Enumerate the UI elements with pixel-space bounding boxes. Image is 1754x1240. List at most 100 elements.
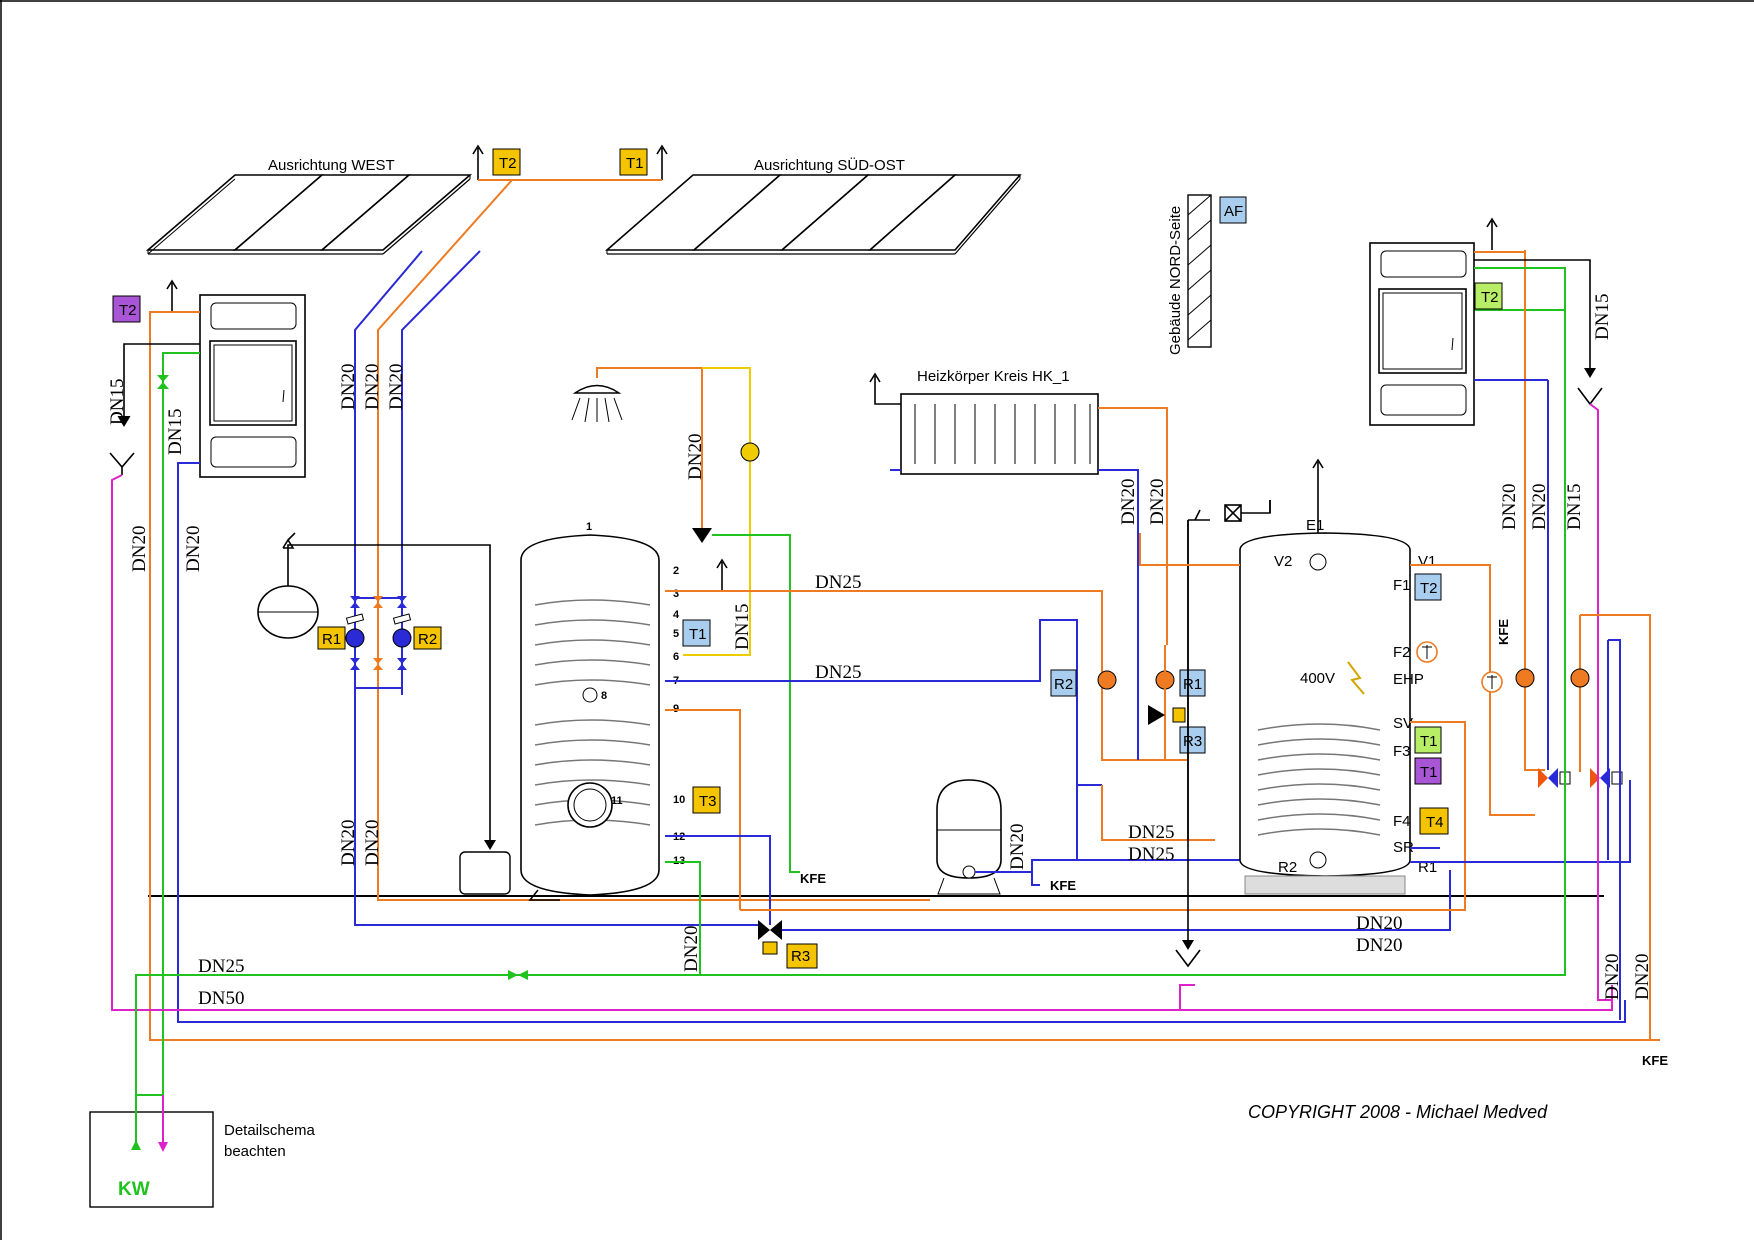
buffer-port-e1: E1 (1306, 517, 1324, 534)
radiator-title: Heizkörper Kreis HK_1 (917, 368, 1070, 385)
boiler-left-chimney (166, 279, 178, 312)
expansion-vessel-left (257, 585, 319, 639)
buffer-port-ehp: EHP (1393, 671, 1424, 688)
dn-label-right-1: DN20 (1499, 484, 1520, 530)
mixing-valve-r3 (758, 920, 770, 940)
tag-t2-collector-text: T2 (499, 155, 517, 172)
dn-label-dn25-main: DN25 (198, 956, 244, 977)
dn-label-solar-1: DN20 (338, 364, 359, 410)
tag-t1-buffer-green-text: T1 (1420, 733, 1438, 750)
tag-r1-left-text: R1 (322, 631, 341, 648)
kw-detail-box (89, 1111, 214, 1208)
dn-label-left-dn15a: DN15 (107, 379, 128, 425)
thermometer-f2 (1416, 641, 1438, 663)
expansion-vessel-kfe-pipe (1031, 872, 1040, 886)
dn-label-r3-1: DN20 (1356, 913, 1402, 934)
tag-r2-mid-text: R2 (1054, 676, 1073, 693)
tank-port-5: 5 (673, 628, 679, 640)
collector-array-west (145, 174, 473, 255)
tank-port-6: 6 (673, 651, 679, 663)
tag-t2-buffer-text: T2 (1420, 580, 1438, 597)
dn-label-expansion: DN20 (1007, 824, 1028, 870)
expansion-vessel-middle (936, 779, 1002, 895)
pump-group-right (1515, 250, 1623, 860)
dn-label-radiator-1: DN20 (1118, 479, 1139, 525)
voltage-label: 400V (1300, 670, 1335, 687)
kfe-label-far-right: KFE (1642, 1053, 1668, 1068)
buffer-v2-pipe (1139, 533, 1240, 566)
buffer-storage-tank (1239, 532, 1411, 895)
tag-t4-buffer-text: T4 (1426, 814, 1444, 831)
tank-port-2: 2 (673, 565, 679, 577)
dn-label-dn25-upper: DN25 (815, 572, 861, 593)
kw-label: KW (118, 1179, 150, 1200)
safety-pipe-left (287, 544, 491, 848)
tag-t1-buffer-purple-text: T1 (1420, 764, 1438, 781)
arrow-down-right-boiler (1584, 368, 1596, 378)
tank-vent-arrow (716, 558, 728, 591)
buffer-port-v2: V2 (1274, 553, 1292, 570)
valve-green-left-a (157, 375, 169, 382)
tag-r3-bottom-text: R3 (791, 948, 810, 965)
tank-port-8: 8 (601, 690, 607, 702)
heating-system-schematic: Ausrichtung WEST Ausrichtung SÜD-OST T2 … (0, 0, 1754, 1240)
building-north-label: Gebäude NORD-Seite (1167, 206, 1184, 355)
collector-west-title: Ausrichtung WEST (268, 157, 395, 174)
dn-label-dn50-main: DN50 (198, 988, 244, 1009)
drain-line-middle (1179, 984, 1195, 1010)
tag-t3-tank-text: T3 (699, 793, 717, 810)
buffer-port-f1: F1 (1393, 577, 1411, 594)
mixing-coldwater-pipe (712, 534, 800, 873)
dn-label-far-right-1: DN20 (1602, 954, 1623, 1000)
dn-label-right-2: DN20 (1529, 484, 1550, 530)
drain-funnel-right (1577, 387, 1603, 406)
dn-label-r3-2: DN20 (1356, 935, 1402, 956)
buffer-port-f4: F4 (1393, 813, 1411, 830)
tank-port-1: 1 (586, 521, 592, 533)
collection-canister (459, 851, 511, 895)
tag-r2-left-text: R2 (418, 631, 437, 648)
buffer-port-sv: SV (1393, 715, 1413, 732)
boiler-right-coldwater (1474, 267, 1566, 975)
collector-air-vent-southeast (656, 144, 668, 180)
hot-water-storage-tank (520, 534, 660, 901)
buffer-port-f3: F3 (1393, 743, 1411, 760)
dn-label-solar-3: DN20 (386, 364, 407, 410)
collector-southeast-title: Ausrichtung SÜD-OST (754, 156, 905, 174)
collector-array-southeast (604, 174, 1022, 255)
tag-t1-collector-text: T1 (626, 155, 644, 172)
valve-green-main-a (508, 970, 518, 980)
boiler-right (1369, 242, 1475, 426)
shower-head-icon (571, 384, 623, 423)
dn-label-mid-dn25a: DN25 (1128, 822, 1174, 843)
dn-label-left-dn20b: DN20 (183, 526, 204, 572)
kfe-label-right-vertical: KFE (1496, 619, 1511, 645)
dn-label-radiator-2: DN20 (1147, 479, 1168, 525)
tank-port-11: 11 (611, 795, 623, 807)
tank-port12-pipe (665, 835, 771, 925)
dn-label-left-dn15b: DN15 (165, 409, 186, 455)
boiler-right-chimney (1486, 217, 1498, 250)
tag-t2-left-boiler-text: T2 (119, 302, 137, 319)
radiator-hk1 (900, 393, 1099, 475)
dn-label-r3-bottom: DN20 (681, 926, 702, 972)
tank-port-3: 3 (673, 588, 679, 600)
buffer-r1-return (1460, 780, 1631, 863)
arrow-down-middle-drain (1182, 940, 1194, 950)
drain-funnel-middle (1175, 949, 1201, 968)
tag-t1-tank-text: T1 (689, 626, 707, 643)
collector-air-vent-west (472, 144, 484, 180)
valve-green-left-b (157, 382, 169, 389)
dn-label-right-3: DN15 (1564, 484, 1585, 530)
dn-label-far-right-2: DN20 (1632, 954, 1653, 1000)
mixing-valve-shower (692, 528, 712, 543)
dn25-flow-upper (665, 590, 1103, 645)
dn-label-circ: DN15 (732, 604, 753, 650)
buffer-port-v1: V1 (1418, 553, 1436, 570)
dn-label-shower: DN20 (685, 434, 706, 480)
tag-af-text: AF (1224, 203, 1243, 220)
dn-label-left-dn20a: DN20 (129, 526, 150, 572)
buffer-port-r2: R2 (1278, 859, 1297, 876)
north-wall-hatch (1187, 194, 1212, 348)
tag-t2-right-boiler-text: T2 (1481, 289, 1499, 306)
